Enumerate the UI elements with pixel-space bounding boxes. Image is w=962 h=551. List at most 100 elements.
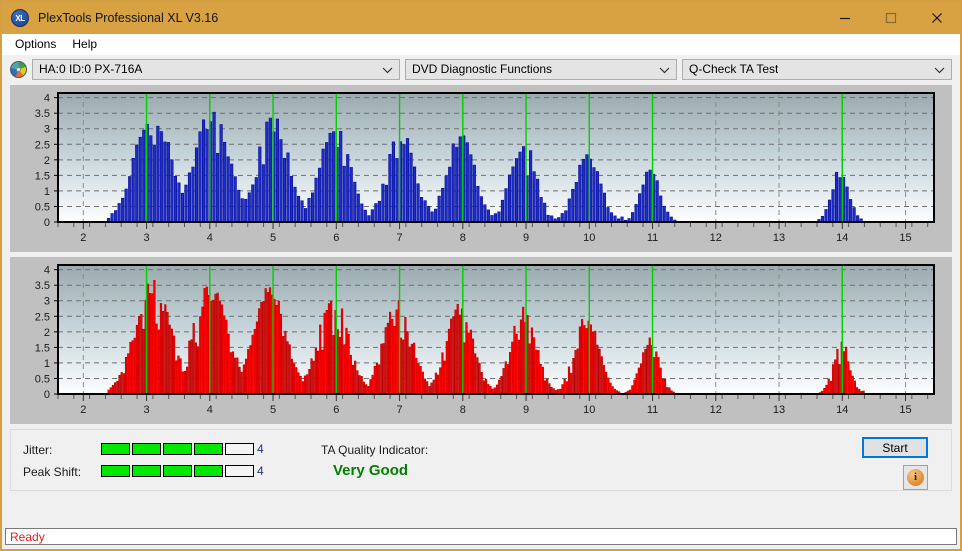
window-title: PlexTools Professional XL V3.16 [38, 11, 219, 25]
chart-bar [648, 169, 652, 223]
chart-bar [111, 384, 115, 395]
chart-bar [595, 171, 599, 223]
chart-bar [327, 303, 331, 395]
drive-select[interactable]: HA:0 ID:0 PX-716A [32, 58, 400, 80]
chart-bar [514, 158, 519, 223]
menu-item-options[interactable]: Options [8, 35, 65, 54]
menu-item-help[interactable]: Help [65, 35, 106, 54]
chart-bar [448, 166, 452, 223]
x-tick-label: 11 [647, 232, 658, 244]
chart-bar [240, 371, 243, 395]
chart-bar [508, 352, 512, 395]
chevron-down-icon [659, 60, 670, 81]
chart-bar [234, 357, 237, 395]
chart-bar [515, 333, 518, 395]
chart-bar [455, 146, 459, 223]
chart-bar [426, 381, 429, 395]
chart-bar [634, 204, 638, 223]
close-icon[interactable] [914, 2, 960, 34]
x-tick-label: 3 [143, 404, 149, 416]
meter-segment [163, 465, 192, 477]
chart-bar [367, 386, 370, 395]
peak-shift-label: Peak Shift: [23, 465, 82, 479]
chart-bar [159, 131, 163, 223]
chart-bar [419, 366, 422, 395]
chart-bar [548, 383, 551, 395]
chart-bar [838, 177, 842, 223]
chart-bar [356, 193, 360, 223]
chart-bar [382, 343, 385, 395]
chart-bar [831, 189, 835, 223]
chart-bar [131, 157, 135, 223]
chart-bar [386, 322, 390, 395]
chart-bar [371, 374, 374, 395]
charts-area: 0 0.5 1 1.5 2 2.5 3 3.5 4 2 3 4 5 6 7 8 9 10 11 12 13 14 15 00… [2, 85, 960, 424]
chart-bar [456, 303, 459, 395]
chart-bar [180, 192, 185, 223]
x-tick-label: 12 [710, 232, 722, 244]
chart-bar [198, 131, 202, 223]
chart-bar [635, 373, 638, 395]
function-select[interactable]: DVD Diagnostic Functions [405, 58, 677, 81]
chart-bar [227, 333, 230, 395]
chart-bar [639, 363, 643, 395]
chart-bar [351, 364, 355, 395]
chart-bar [662, 205, 666, 223]
chart-bar [436, 374, 440, 395]
chart-bar [423, 378, 427, 395]
chart-bar [504, 361, 507, 395]
chart-bar [258, 146, 262, 223]
chart-bar [412, 166, 417, 223]
chart-bar [591, 331, 595, 395]
chart-bar [290, 358, 294, 395]
info-button[interactable]: i [903, 465, 928, 490]
chart-bar [415, 357, 418, 395]
chart-bar [310, 358, 313, 395]
chart-bar [831, 364, 835, 395]
chart-bar [589, 324, 592, 395]
jitter-label: Jitter: [23, 443, 53, 457]
x-tick-label: 2 [80, 404, 86, 416]
chart-bar [188, 340, 191, 395]
test-select[interactable]: Q-Check TA Test [682, 58, 952, 80]
minimize-icon[interactable] [822, 2, 868, 34]
chart-bar [384, 184, 388, 223]
chart-bar [377, 200, 381, 223]
chart-bar [238, 366, 241, 395]
optical-disc-icon [10, 60, 27, 78]
ta-quality-label: TA Quality Indicator: [321, 443, 429, 457]
chart-bar [567, 366, 571, 395]
chart-bar [585, 328, 588, 395]
status-text: Ready [5, 528, 957, 545]
chart-bar [412, 342, 416, 395]
chart-bar [122, 373, 125, 395]
chart-bar [599, 183, 603, 223]
chart-bar [247, 192, 251, 223]
x-tick-label: 8 [460, 232, 466, 244]
chart-bar [409, 152, 413, 223]
x-tick-label: 14 [836, 404, 848, 416]
chart-bar [852, 207, 856, 223]
chart-bar [642, 352, 645, 395]
x-tick-label: 13 [773, 404, 785, 416]
chart-bar [124, 188, 128, 223]
chart-bar [458, 136, 462, 223]
chart-bar [186, 366, 189, 395]
chart-bar [393, 326, 396, 395]
chart-bar [218, 300, 221, 395]
start-button[interactable]: Start [862, 437, 928, 458]
chart-bar [142, 328, 145, 395]
chart-bar [405, 138, 410, 223]
chart-bar [251, 334, 254, 395]
chart-bar [353, 181, 357, 223]
chart-bar [205, 129, 209, 223]
chart-bar [194, 147, 199, 223]
y-tick-label: 3.5 [35, 108, 50, 120]
maximize-icon[interactable] [868, 2, 914, 34]
chart-bar [191, 166, 195, 223]
chart-bar [834, 171, 839, 223]
chart-bar [131, 340, 134, 395]
chart-bar [311, 192, 315, 223]
chart-bar [825, 384, 828, 395]
chart-bar [574, 182, 578, 223]
